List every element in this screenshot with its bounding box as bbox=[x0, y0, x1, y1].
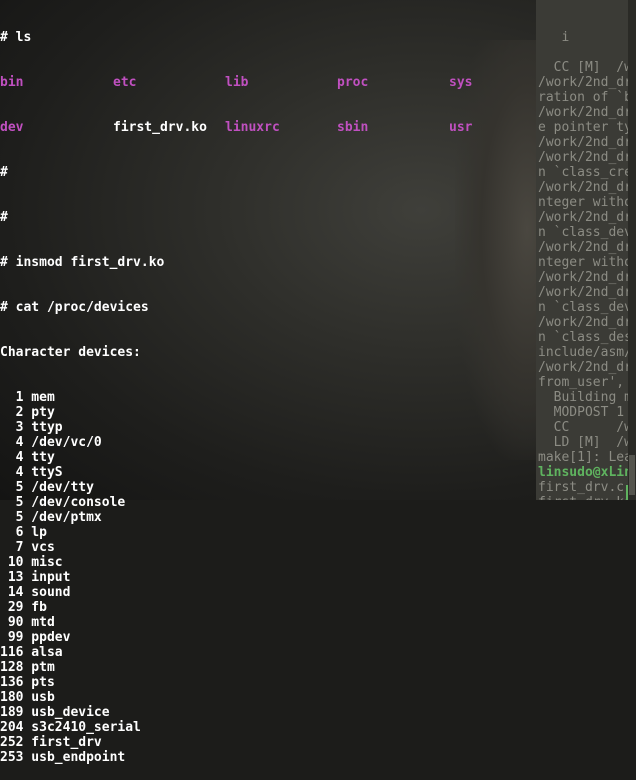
device-entry: 29 fb bbox=[0, 600, 47, 615]
device-entry: 136 pts bbox=[0, 675, 55, 690]
terminal-line: nteger witho bbox=[538, 195, 632, 210]
terminal-line: # ls bbox=[0, 30, 32, 45]
dir-entry: bin bbox=[0, 75, 24, 90]
device-entry: 13 input bbox=[0, 570, 71, 585]
terminal-line: first_drv.ko bbox=[536, 495, 636, 500]
device-entry: 99 ppdev bbox=[0, 630, 71, 645]
device-entry: 5 /dev/tty bbox=[0, 480, 94, 495]
terminal-line: /work/2nd_dr bbox=[538, 360, 632, 375]
scrollbar-thumb[interactable] bbox=[629, 455, 635, 495]
device-entry: 253 usb_endpoint bbox=[0, 750, 126, 765]
terminal-line: Character devices: bbox=[0, 345, 141, 360]
ls-output-row: dev first_drv.ko linuxrc sbin usr bbox=[0, 120, 536, 135]
device-entry: 90 mtd bbox=[0, 615, 55, 630]
terminal-line: CC /w bbox=[538, 420, 632, 435]
scrollbar-track[interactable] bbox=[628, 0, 636, 500]
device-entry: 10 misc bbox=[0, 555, 63, 570]
terminal-line: first_drv.c bbox=[538, 480, 625, 495]
terminal-line: n `class_dev bbox=[538, 300, 632, 315]
terminal-line: linsudo@xLin bbox=[538, 465, 632, 480]
terminal-line: # insmod first_drv.ko bbox=[0, 255, 165, 270]
main-terminal[interactable]: # ls bin etc lib proc sys dev first_drv.… bbox=[0, 0, 536, 765]
terminal-line: /work/2nd_dr bbox=[538, 210, 632, 225]
device-entry: 2 pty bbox=[0, 405, 55, 420]
terminal-line: /work/2nd_dr bbox=[538, 180, 632, 195]
terminal-line: e pointer typ bbox=[538, 120, 636, 135]
dir-entry: sys bbox=[449, 75, 473, 90]
ls-output-row: bin etc lib proc sys bbox=[0, 75, 536, 90]
terminal-line: /work/2nd_dr bbox=[538, 270, 632, 285]
device-entry: 252 first_drv bbox=[0, 735, 102, 750]
terminal-line: from_user', bbox=[538, 375, 625, 390]
terminal-line: make[1]: Lea bbox=[538, 450, 632, 465]
terminal-line: MODPOST 1 m bbox=[538, 405, 636, 420]
terminal-line: n `class_des bbox=[538, 330, 632, 345]
terminal-line: nteger witho bbox=[538, 255, 632, 270]
terminal-line: /work/2nd_dr bbox=[538, 150, 632, 165]
terminal-line: n `class_dev bbox=[538, 225, 632, 240]
background-terminal[interactable]: i CC [M] /w/work/2nd_dr ration of `b/work… bbox=[536, 0, 636, 500]
terminal-line: # bbox=[0, 210, 8, 225]
dir-entry: usr bbox=[449, 120, 473, 135]
dir-entry: sbin bbox=[337, 120, 369, 135]
device-entry: 204 s3c2410_serial bbox=[0, 720, 141, 735]
file-entry: first_drv.ko bbox=[113, 120, 207, 135]
terminal-line: /work/2nd_dr bbox=[538, 315, 632, 330]
device-entry: 5 /dev/ptmx bbox=[0, 510, 102, 525]
terminal-line: ration of `b bbox=[538, 90, 632, 105]
terminal-line: /work/2nd_dr bbox=[538, 75, 632, 90]
device-entry: 4 /dev/vc/0 bbox=[0, 435, 102, 450]
dir-entry: linuxrc bbox=[225, 120, 280, 135]
device-entry: 1 mem bbox=[0, 390, 55, 405]
terminal-line: n `class_crea bbox=[538, 165, 636, 180]
device-entry: 7 vcs bbox=[0, 540, 55, 555]
terminal-line: # bbox=[0, 165, 8, 180]
terminal-line: i bbox=[538, 30, 570, 45]
terminal-line: /work/2nd_dr bbox=[538, 285, 632, 300]
terminal-line: Building m bbox=[538, 390, 632, 405]
terminal-line: CC [M] /w bbox=[538, 60, 632, 75]
dir-entry: etc bbox=[113, 75, 137, 90]
device-list: 1 mem 2 pty 3 ttyp 4 /dev/vc/0 4 tty 4 t… bbox=[0, 390, 536, 765]
terminal-output: i CC [M] /w/work/2nd_dr ration of `b/work… bbox=[536, 30, 636, 500]
device-entry: 116 alsa bbox=[0, 645, 63, 660]
device-entry: 189 usb_device bbox=[0, 705, 110, 720]
device-entry: 4 tty bbox=[0, 450, 55, 465]
dir-entry: dev bbox=[0, 120, 24, 135]
device-entry: 3 ttyp bbox=[0, 420, 63, 435]
terminal-line: # cat /proc/devices bbox=[0, 300, 149, 315]
device-entry: 180 usb bbox=[0, 690, 55, 705]
dir-entry: proc bbox=[337, 75, 369, 90]
device-entry: 14 sound bbox=[0, 585, 71, 600]
terminal-line: include/asm/ bbox=[538, 345, 632, 360]
terminal-line: /work/2nd_dr bbox=[538, 105, 632, 120]
terminal-line: LD [M] /w bbox=[538, 435, 632, 450]
device-entry: 4 ttyS bbox=[0, 465, 63, 480]
device-entry: 128 ptm bbox=[0, 660, 55, 675]
device-entry: 6 lp bbox=[0, 525, 47, 540]
dir-entry: lib bbox=[225, 75, 249, 90]
terminal-line: /work/2nd_dr bbox=[538, 135, 632, 150]
device-entry: 5 /dev/console bbox=[0, 495, 126, 510]
terminal-line: /work/2nd_dr bbox=[538, 240, 632, 255]
